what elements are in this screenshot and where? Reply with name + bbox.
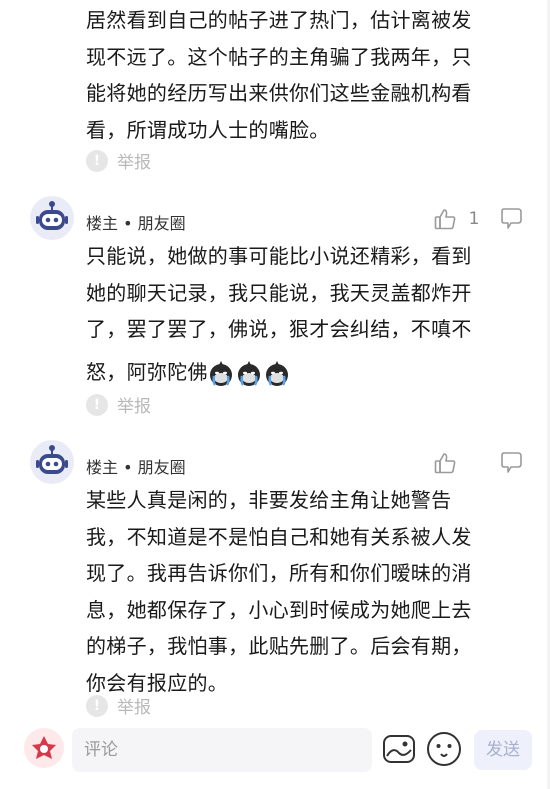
comment-3-body: 某些人真是闲的，非要发给主角让她警告 我，不知道是不是怕自己和她有关系被人发 现… (86, 482, 516, 701)
warning-icon: ! (86, 149, 108, 172)
thumbs-down-icon[interactable] (498, 450, 524, 476)
report-label: 举报 (117, 698, 151, 718)
report-button[interactable]: ! 举报 (86, 392, 151, 417)
comment-line: 的梯子，我怕事，此贴先删了。后会有期， (86, 634, 472, 658)
comment-line: 能将她的经历写出来供你们这些金融机构看 (86, 81, 472, 105)
report-button[interactable]: ! 举报 (86, 148, 151, 173)
comment-line-with-emoji: 怒，阿弥陀佛 (86, 354, 516, 391)
emoji-icon[interactable] (424, 729, 464, 769)
report-label: 举报 (117, 153, 151, 173)
like-count: 1 (468, 209, 480, 229)
comment-actions (432, 450, 524, 476)
comment-line: 我，不知道是不是怕自己和她有关系被人发 (86, 524, 472, 549)
comment-line: 某些人真是闲的，非要发给主角让她警告 (86, 488, 452, 512)
comment-line: 居然看到自己的帖子进了热门，估计离被发 (86, 8, 472, 32)
thumbs-up-icon[interactable] (432, 450, 458, 476)
comment-line: 她的聊天记录，我只能说，我天灵盖都炸开 (86, 280, 472, 305)
warning-icon: ! (86, 694, 108, 717)
report-button[interactable]: ! 举报 (86, 693, 151, 718)
comment-actions: 1 (432, 206, 524, 232)
author-name[interactable]: 楼主 • 朋友圈 (86, 454, 186, 478)
comment-line: 只能说，她做的事可能比小说还精彩，看到 (86, 244, 472, 268)
comment-line: 现不远了。这个帖子的主角骗了我两年，只 (86, 44, 472, 69)
crying-emoji-icon (237, 361, 260, 386)
comment-line: 了，罢了罢了，佛说，狠才会纠结，不嗔不 (86, 317, 472, 341)
thumbs-down-icon[interactable] (498, 206, 524, 232)
comment-line: 现了。我再告诉你们，所有和你们暧昧的消 (86, 561, 472, 585)
comment-line: 息，她都保存了，小心到时候成为她爬上去 (86, 597, 472, 622)
comment-input[interactable]: 评论 (72, 728, 372, 772)
comment-input-bar: 评论 发送 (0, 722, 550, 778)
author-name[interactable]: 楼主 • 朋友圈 (86, 210, 186, 234)
image-icon[interactable] (380, 730, 418, 768)
avatar[interactable] (30, 440, 74, 484)
comment-line: 怒，阿弥陀佛 (86, 359, 208, 384)
crying-emoji-icon (209, 361, 232, 386)
comment-1-body: 居然看到自己的帖子进了热门，估计离被发 现不远了。这个帖子的主角骗了我两年，只 … (86, 2, 516, 148)
warning-icon: ! (86, 393, 108, 416)
avatar[interactable] (30, 196, 74, 240)
robot-avatar-icon (36, 445, 68, 474)
comment-2-body: 只能说，她做的事可能比小说还精彩，看到 她的聊天记录，我只能说，我天灵盖都炸开 … (86, 238, 516, 390)
report-label: 举报 (117, 397, 151, 417)
send-button[interactable]: 发送 (474, 730, 532, 770)
user-avatar[interactable] (24, 728, 64, 768)
comment-line: 看，所谓成功人士的嘴脸。 (86, 117, 330, 142)
robot-avatar-icon (36, 201, 68, 230)
crying-emoji-icon (265, 361, 288, 386)
thumbs-up-icon[interactable] (432, 206, 458, 232)
user-avatar-icon (32, 736, 56, 759)
